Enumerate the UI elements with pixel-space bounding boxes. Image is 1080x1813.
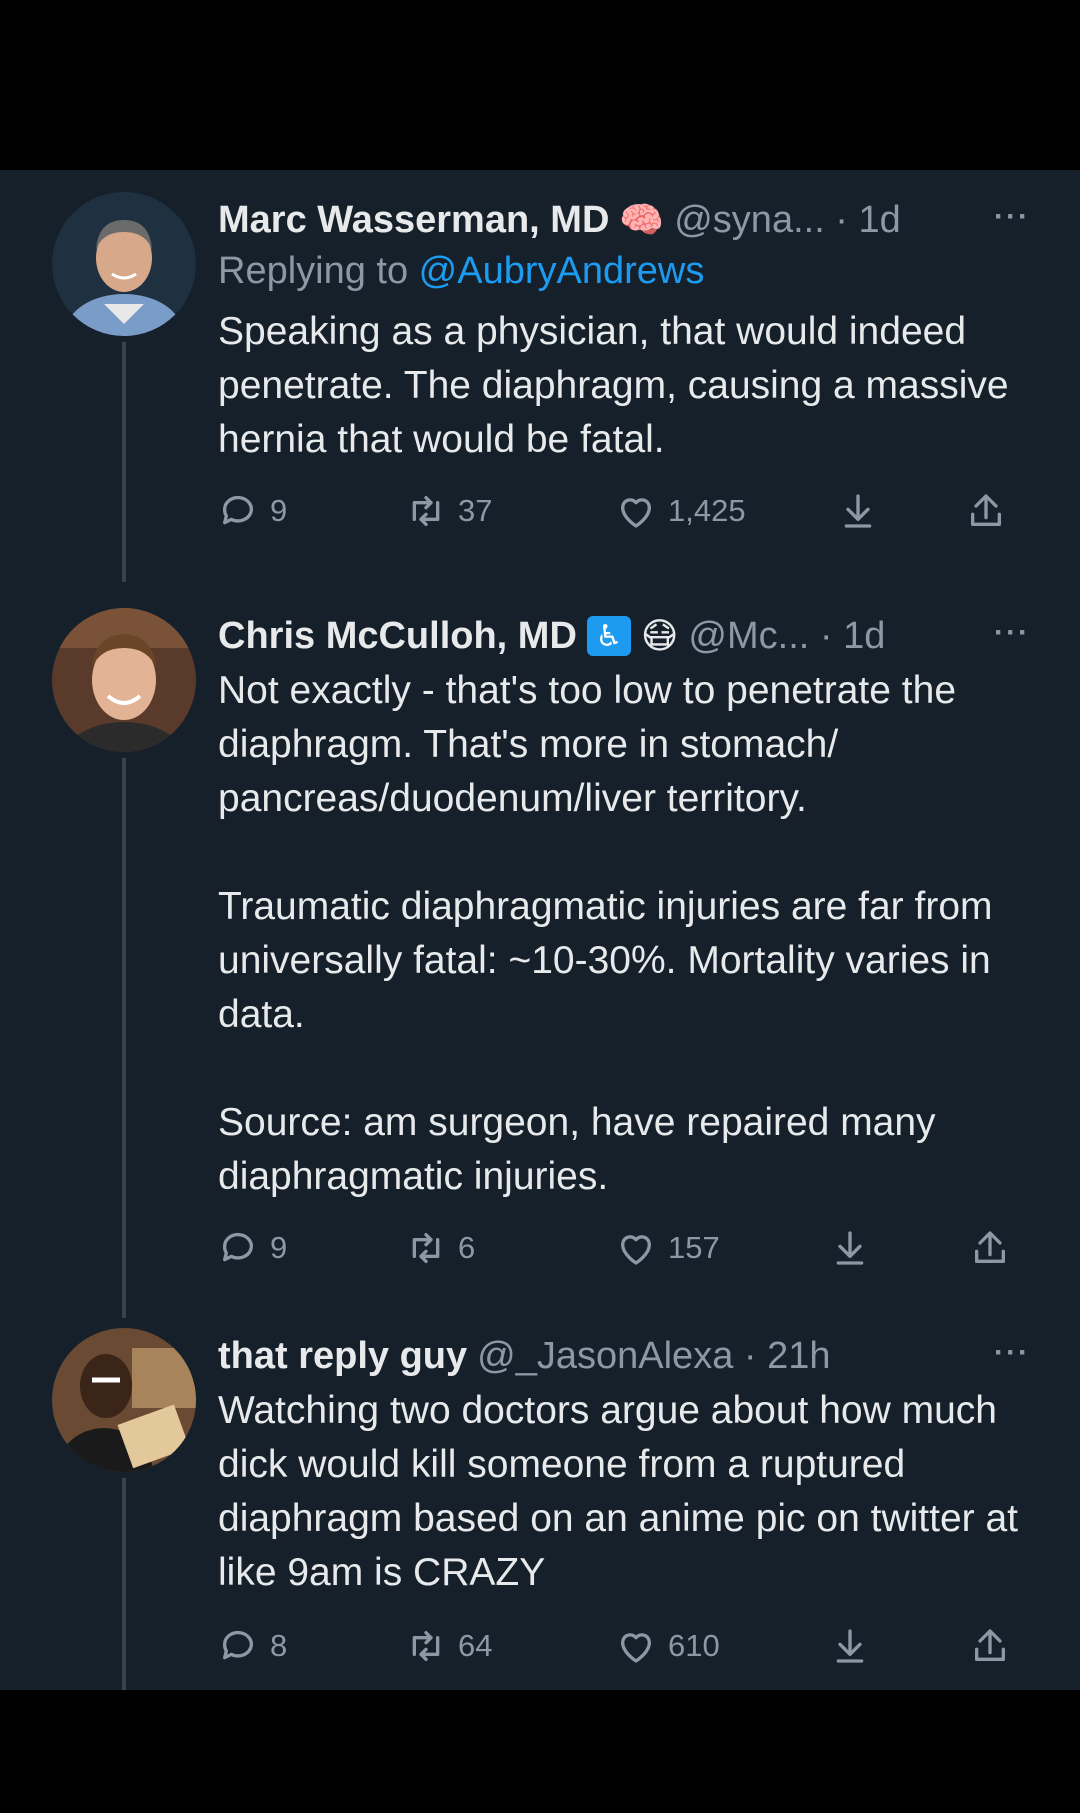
avatar[interactable] xyxy=(52,608,196,752)
share-icon xyxy=(971,494,1001,526)
share-icon xyxy=(975,1231,1005,1263)
like-button[interactable]: 610 xyxy=(616,1626,720,1666)
wheelchair-icon: ♿ xyxy=(586,616,631,656)
retweet-icon xyxy=(412,496,440,526)
replying-to: Replying to @AubryAndrews xyxy=(218,250,1040,293)
reply-icon xyxy=(222,1630,253,1660)
like-count: 610 xyxy=(668,1628,720,1663)
mask-emoji-icon: 😷 xyxy=(640,615,679,656)
handle-and-time[interactable]: @Mc... · 1d xyxy=(688,615,885,658)
tweet-text: Speaking as a physician, that would inde… xyxy=(218,310,1009,461)
download-icon xyxy=(836,1629,864,1663)
display-name[interactable]: Chris McCulloh, MD xyxy=(218,615,577,658)
share-icon xyxy=(975,1629,1005,1661)
reply-count: 9 xyxy=(270,1230,288,1265)
tweet-header: that reply guy @_JasonAlexa · 21h xyxy=(218,1328,1040,1384)
tweet-actions: 9 37 1,425 xyxy=(218,491,1040,551)
tweet-text: Not exactly - that's too low to penetrat… xyxy=(218,669,993,1198)
reply-button[interactable]: 9 xyxy=(218,1228,287,1268)
retweet-count: 64 xyxy=(458,1628,493,1663)
bookmark-button[interactable] xyxy=(838,491,890,531)
handle-and-time[interactable]: @syna... · 1d xyxy=(674,199,901,242)
retweet-button[interactable]: 37 xyxy=(406,491,492,531)
download-icon xyxy=(844,494,872,528)
heart-icon xyxy=(621,1633,651,1663)
display-name[interactable]: Marc Wasserman, MD xyxy=(218,199,609,242)
avatar[interactable] xyxy=(52,192,196,336)
bookmark-button[interactable] xyxy=(830,1626,882,1666)
like-button[interactable]: 157 xyxy=(616,1228,720,1268)
share-button[interactable] xyxy=(970,1228,1022,1268)
thread-line xyxy=(122,1478,126,1690)
bookmark-button[interactable] xyxy=(830,1228,882,1268)
retweet-button[interactable]: 6 xyxy=(406,1228,475,1268)
retweet-count: 6 xyxy=(458,1230,476,1265)
like-count: 157 xyxy=(668,1230,720,1265)
replying-to-link[interactable]: @AubryAndrews xyxy=(419,250,705,292)
retweet-icon xyxy=(412,1631,440,1661)
brain-emoji-icon: 🧠 xyxy=(619,199,665,240)
reply-count: 9 xyxy=(270,493,288,528)
download-icon xyxy=(836,1231,864,1265)
tweet-header: Marc Wasserman, MD 🧠 @syna... · 1d xyxy=(218,192,1040,248)
retweet-count: 37 xyxy=(458,493,493,528)
tweet-actions: 9 6 157 xyxy=(218,1228,1040,1288)
tweet-header: Chris McCulloh, MD ♿ 😷 @Mc... · 1d xyxy=(218,608,1040,664)
tweet-text: Watching two doctors argue about how muc… xyxy=(218,1389,1018,1594)
handle-and-time[interactable]: @_JasonAlexa · 21h xyxy=(477,1335,830,1378)
more-options-icon[interactable]: ··· xyxy=(994,1336,1030,1370)
share-button[interactable] xyxy=(970,1626,1022,1666)
avatar[interactable] xyxy=(52,1328,196,1472)
like-count: 1,425 xyxy=(668,493,746,528)
more-options-icon[interactable]: ··· xyxy=(994,616,1030,650)
share-button[interactable] xyxy=(966,491,1018,531)
reply-button[interactable]: 9 xyxy=(218,491,287,531)
heart-icon xyxy=(621,1235,651,1265)
tweet-thread: Marc Wasserman, MD 🧠 @syna... · 1d ··· R… xyxy=(0,170,1080,1690)
more-options-icon[interactable]: ··· xyxy=(994,200,1030,234)
replying-to-label: Replying to xyxy=(218,250,419,292)
retweet-button[interactable]: 64 xyxy=(406,1626,492,1666)
reply-icon xyxy=(222,495,253,525)
reply-button[interactable]: 8 xyxy=(218,1626,287,1666)
retweet-icon xyxy=(412,1233,440,1263)
thread-line xyxy=(122,342,126,582)
reply-count: 8 xyxy=(270,1628,288,1663)
thread-line xyxy=(122,758,126,1318)
heart-icon xyxy=(621,498,651,528)
display-name[interactable]: that reply guy xyxy=(218,1335,467,1378)
reply-icon xyxy=(222,1232,253,1262)
like-button[interactable]: 1,425 xyxy=(616,491,746,531)
tweet-actions: 8 64 610 xyxy=(218,1626,1040,1686)
